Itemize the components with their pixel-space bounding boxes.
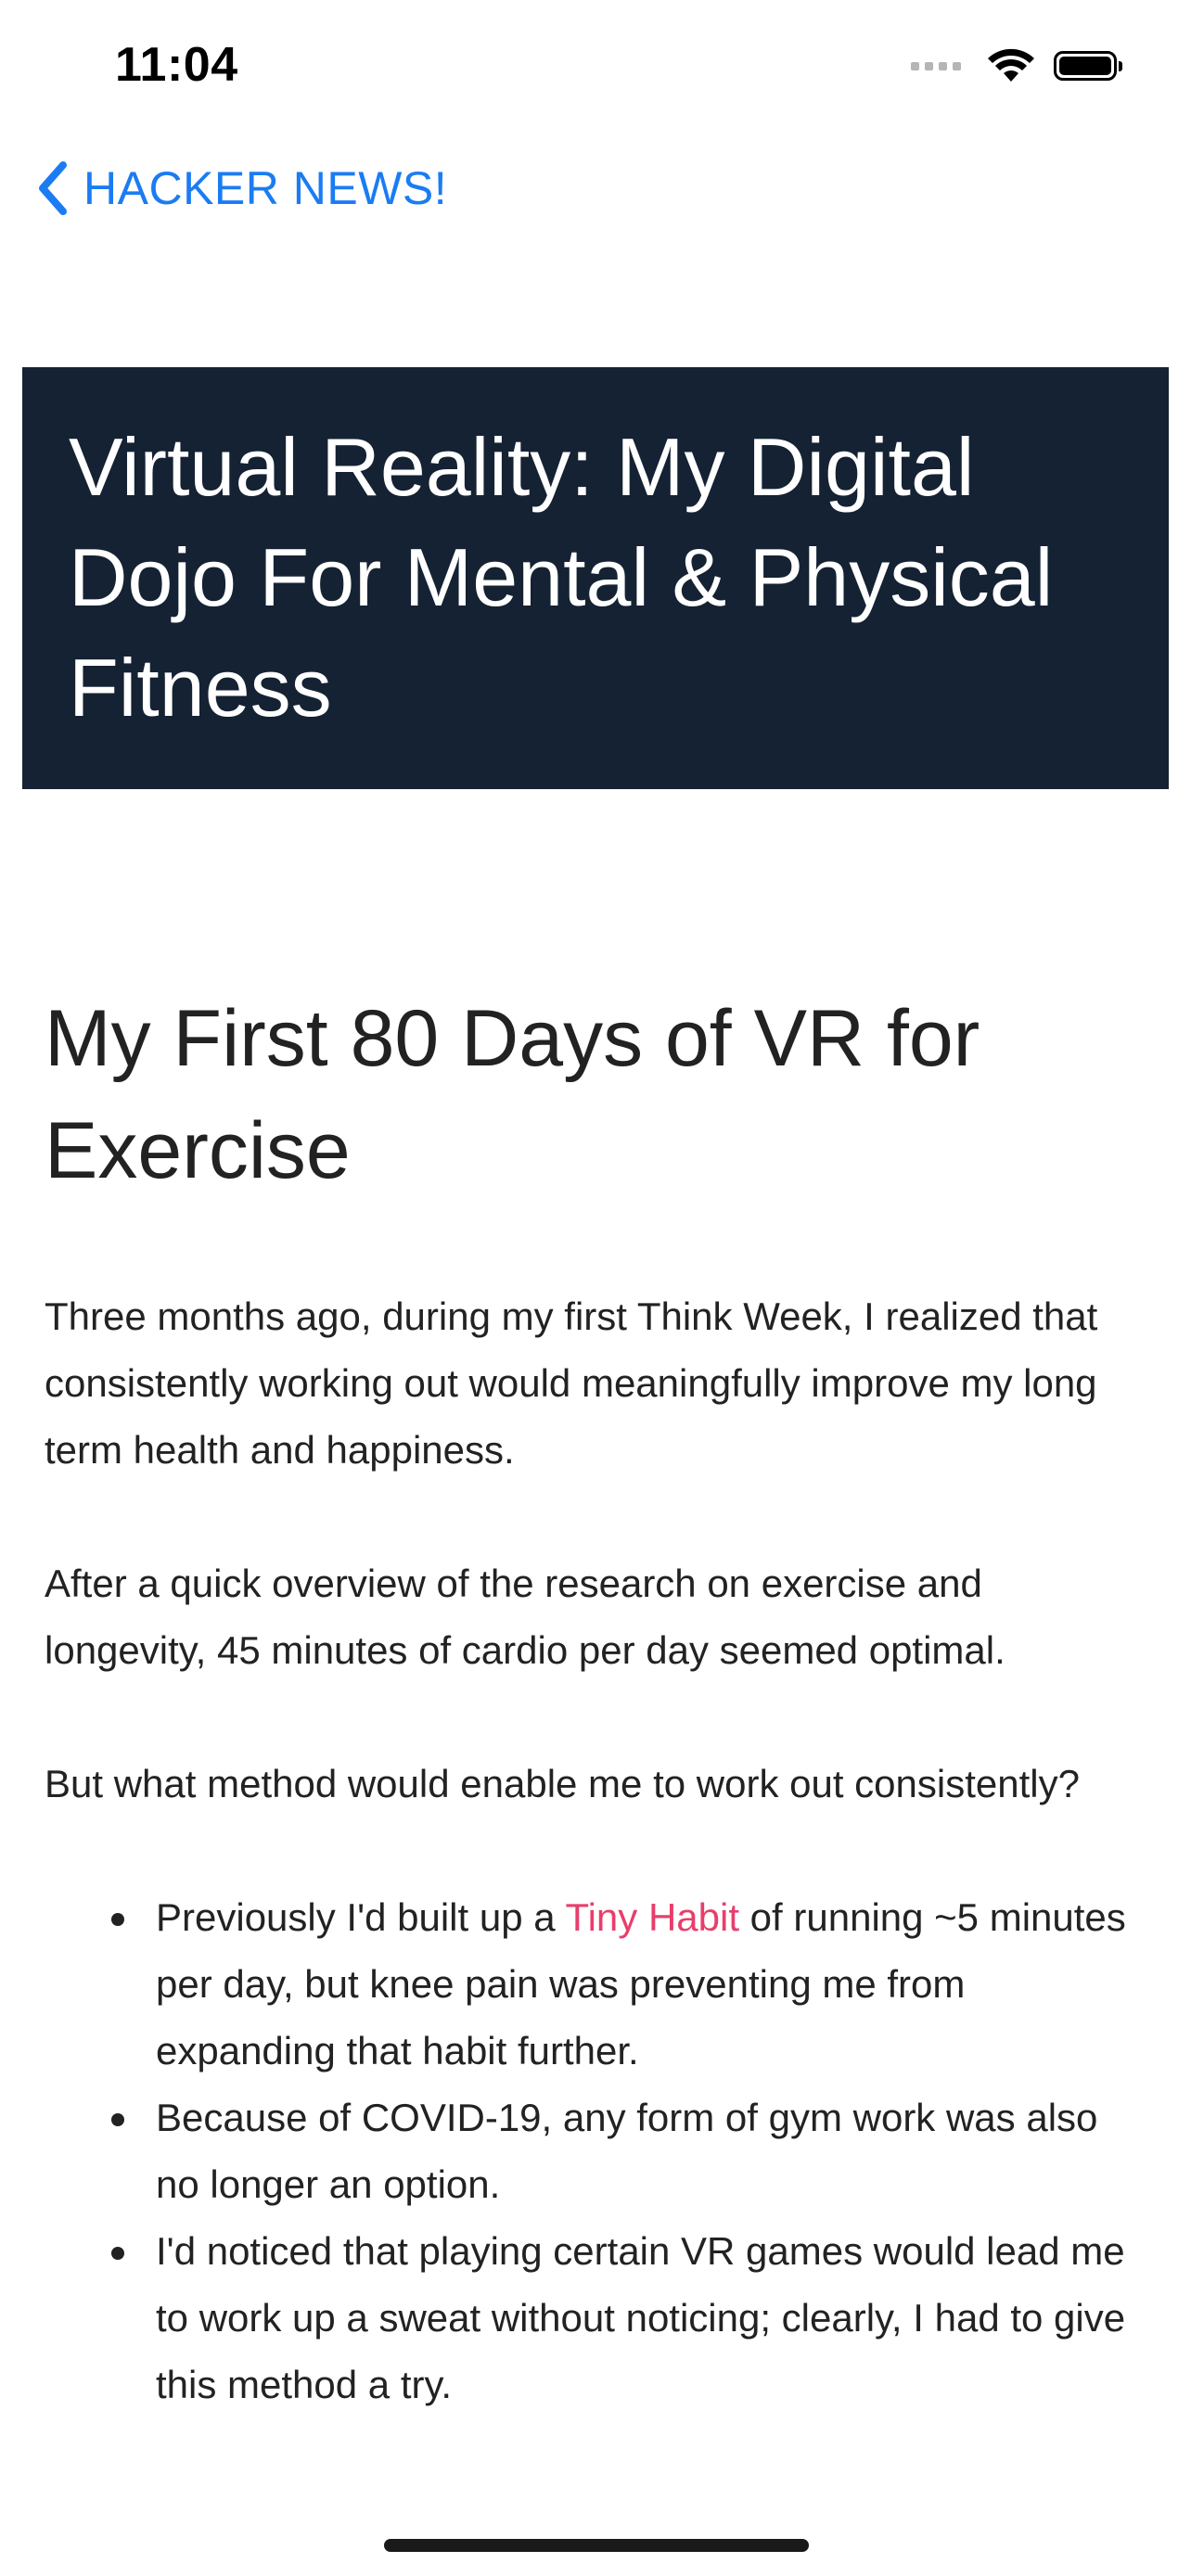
article-body: My First 80 Days of VR for Exercise Thre…: [45, 983, 1148, 2418]
home-indicator[interactable]: [384, 2539, 809, 2552]
list-item-text: Because of COVID-19, any form of gym wor…: [156, 2096, 1098, 2206]
cellular-signal-icon: [911, 61, 961, 70]
list-item: I'd noticed that playing certain VR game…: [111, 2218, 1148, 2418]
list-item: Because of COVID-19, any form of gym wor…: [111, 2085, 1148, 2218]
article-banner: Virtual Reality: My Digital Dojo For Men…: [22, 367, 1169, 789]
status-bar: 11:04: [0, 0, 1191, 139]
article-heading: My First 80 Days of VR for Exercise: [45, 994, 980, 1195]
tiny-habit-link[interactable]: Tiny Habit: [566, 1895, 740, 1939]
battery-icon: [1054, 51, 1122, 81]
chevron-left-icon: [39, 161, 67, 215]
list-item: Previously I'd built up a Tiny Habit of …: [111, 1884, 1148, 2085]
article-paragraph: But what method would enable me to work …: [45, 1762, 1080, 1805]
banner-title: Virtual Reality: My Digital Dojo For Men…: [69, 421, 1054, 733]
back-button[interactable]: HACKER NEWS!: [33, 159, 447, 217]
list-item-text: Previously I'd built up a: [156, 1895, 566, 1939]
wifi-icon: [988, 48, 1034, 82]
status-time: 11:04: [115, 38, 238, 92]
article-paragraph: After a quick overview of the research o…: [45, 1562, 1005, 1672]
status-icons: [911, 48, 1122, 83]
list-item-text: I'd noticed that playing certain VR game…: [156, 2229, 1126, 2406]
article-bullet-list: Previously I'd built up a Tiny Habit of …: [45, 1884, 1148, 2418]
back-button-label: HACKER NEWS!: [83, 162, 448, 214]
article-paragraph: Three months ago, during my first Think …: [45, 1294, 1098, 1472]
